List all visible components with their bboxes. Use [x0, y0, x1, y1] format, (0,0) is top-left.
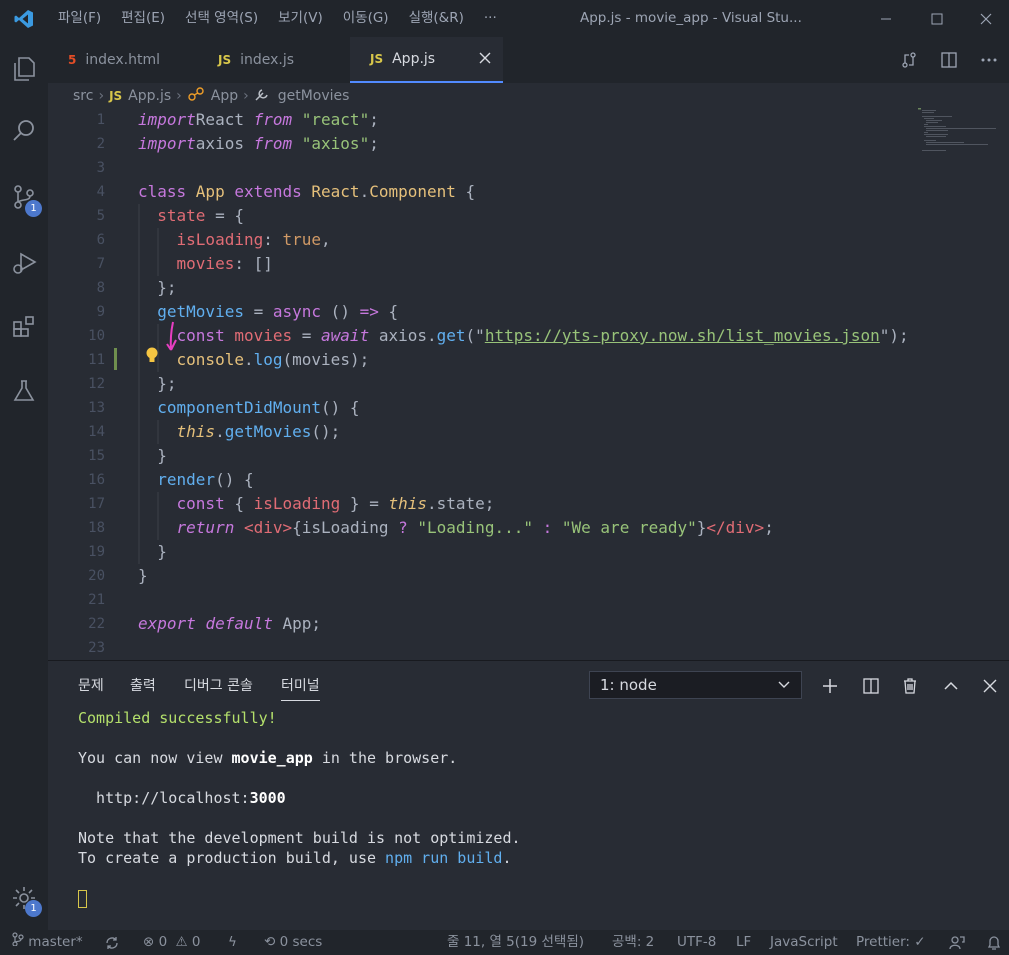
chevron-right-icon: ›	[176, 88, 182, 104]
maximize-panel-chevron-up-icon[interactable]	[931, 671, 971, 701]
language-mode[interactable]: JavaScript	[770, 930, 838, 955]
breadcrumb-method[interactable]: getMovies	[278, 88, 350, 104]
compare-changes-icon[interactable]	[889, 37, 929, 83]
terminal-compiled-line: Compiled successfully!	[78, 709, 277, 727]
code-editor[interactable]: 1 importReact from "react"; 2 importaxios f…	[48, 108, 1009, 660]
menu-item-1[interactable]: 편집(E)	[111, 0, 175, 37]
menu-item-0[interactable]: 파일(F)	[48, 0, 111, 37]
minimize-icon[interactable]	[863, 0, 909, 37]
window-title: App.js - movie_app - Visual Stu...	[580, 10, 802, 26]
error-icon: ⊗	[143, 934, 155, 950]
close-window-icon[interactable]	[963, 0, 1009, 37]
terminal-view-line: You can now view movie_app in the browse…	[78, 749, 458, 767]
chevron-right-icon: ›	[243, 88, 249, 104]
title-bar: 파일(F) 편집(E) 선택 영역(S) 보기(V) 이동(G) 실행(&R) ··· Ap…	[0, 0, 1009, 37]
terminal-build-line: To create a production build, use npm ru…	[78, 849, 512, 867]
settings-badge: 1	[25, 900, 42, 917]
status-bar: master* ⊗ 0 ⚠ 0 ϟ ⟲ 0 secs 줄 11, 열 5(19 …	[0, 930, 1009, 955]
terminal-cursor	[78, 890, 87, 908]
split-terminal-icon[interactable]	[851, 671, 891, 701]
more-actions-icon[interactable]	[969, 37, 1009, 83]
breadcrumb-folder[interactable]: src	[73, 88, 93, 104]
explorer-icon[interactable]	[0, 45, 48, 93]
kill-terminal-trash-icon[interactable]	[890, 671, 930, 701]
extensions-icon[interactable]	[0, 303, 48, 351]
chevron-right-icon: ›	[98, 88, 105, 104]
editor-tab-bar: 5 index.html JS index.js JS App.js	[48, 37, 1009, 83]
branch-status[interactable]: master*	[12, 930, 83, 955]
menu-item-6[interactable]: ···	[474, 0, 507, 37]
menu-item-2[interactable]: 선택 영역(S)	[175, 0, 268, 37]
tab-label: index.html	[85, 52, 161, 68]
menu-item-5[interactable]: 실행(&R)	[399, 0, 474, 37]
method-wrench-icon	[254, 86, 272, 106]
terminal-note-line: Note that the development build is not o…	[78, 829, 521, 847]
vscode-logo-icon[interactable]	[0, 0, 48, 37]
editor-actions	[889, 37, 1009, 83]
run-debug-icon[interactable]	[0, 239, 48, 287]
cursor-position[interactable]: 줄 11, 열 5(19 선택됨)	[447, 930, 584, 955]
sync-icon[interactable]	[104, 930, 120, 955]
tab-index-html[interactable]: 5 index.html	[48, 37, 193, 83]
search-icon[interactable]	[0, 107, 48, 155]
editor-decorations	[114, 204, 177, 564]
git-branch-icon	[12, 932, 24, 947]
prettier-status[interactable]: Prettier: ✓	[856, 930, 926, 955]
source-control-icon[interactable]: 1	[0, 173, 48, 221]
js-icon: JS	[370, 52, 384, 66]
html5-icon: 5	[68, 53, 77, 67]
js-icon: JS	[109, 89, 123, 103]
activity-bar: 1 1	[0, 37, 48, 930]
close-panel-icon[interactable]	[970, 671, 1009, 701]
settings-gear-icon[interactable]: 1	[0, 874, 48, 922]
minimap[interactable]	[918, 108, 1008, 168]
split-editor-icon[interactable]	[929, 37, 969, 83]
menu-bar: 파일(F) 편집(E) 선택 영역(S) 보기(V) 이동(G) 실행(&R) ···	[48, 0, 507, 37]
js-icon: JS	[218, 53, 232, 67]
lightbulb-icon[interactable]	[145, 346, 159, 368]
time-status[interactable]: ⟲ 0 secs	[264, 930, 322, 955]
tab-debug-console[interactable]: 디버그 콘솔	[184, 671, 253, 701]
breadcrumb-file[interactable]: App.js	[128, 88, 171, 104]
lightning-icon[interactable]: ϟ	[228, 930, 237, 955]
terminal-url-line: http://localhost:3000	[78, 789, 286, 807]
history-icon: ⟲	[264, 934, 276, 950]
menu-item-3[interactable]: 보기(V)	[268, 0, 333, 37]
notifications-bell-icon[interactable]	[987, 930, 1001, 955]
encoding[interactable]: UTF-8	[677, 930, 716, 955]
terminal-select-value: 1: node	[600, 676, 657, 694]
new-terminal-icon[interactable]	[810, 671, 850, 701]
code-text: const movies = await axios.get("https://…	[176, 326, 909, 345]
breadcrumb: src › JS App.js › App › getMovies	[48, 83, 1009, 109]
feedback-icon[interactable]	[949, 930, 965, 955]
indentation[interactable]: 공백: 2	[612, 930, 654, 955]
chevron-down-icon	[777, 673, 791, 699]
tab-terminal[interactable]: 터미널	[281, 671, 320, 701]
class-icon	[187, 86, 205, 106]
tab-app-js[interactable]: JS App.js	[350, 37, 503, 83]
tab-output[interactable]: 출력	[130, 671, 156, 701]
close-tab-icon[interactable]	[479, 52, 491, 68]
testing-flask-icon[interactable]	[0, 367, 48, 415]
tab-index-js[interactable]: JS index.js	[198, 37, 348, 83]
tab-label: index.js	[240, 52, 295, 68]
breadcrumb-class[interactable]: App	[211, 88, 238, 104]
bottom-panel: 문제 출력 디버그 콘솔 터미널 1: node Compiled succes…	[48, 660, 1009, 930]
tab-label: App.js	[392, 51, 436, 67]
tab-problems[interactable]: 문제	[78, 671, 104, 701]
terminal-select[interactable]: 1: node	[589, 671, 802, 699]
maximize-icon[interactable]	[914, 0, 960, 37]
warning-icon: ⚠	[175, 934, 188, 950]
line-ending[interactable]: LF	[736, 930, 751, 955]
source-control-badge: 1	[25, 200, 42, 217]
problems-status[interactable]: ⊗ 0 ⚠ 0	[143, 930, 201, 955]
menu-item-4[interactable]: 이동(G)	[333, 0, 399, 37]
